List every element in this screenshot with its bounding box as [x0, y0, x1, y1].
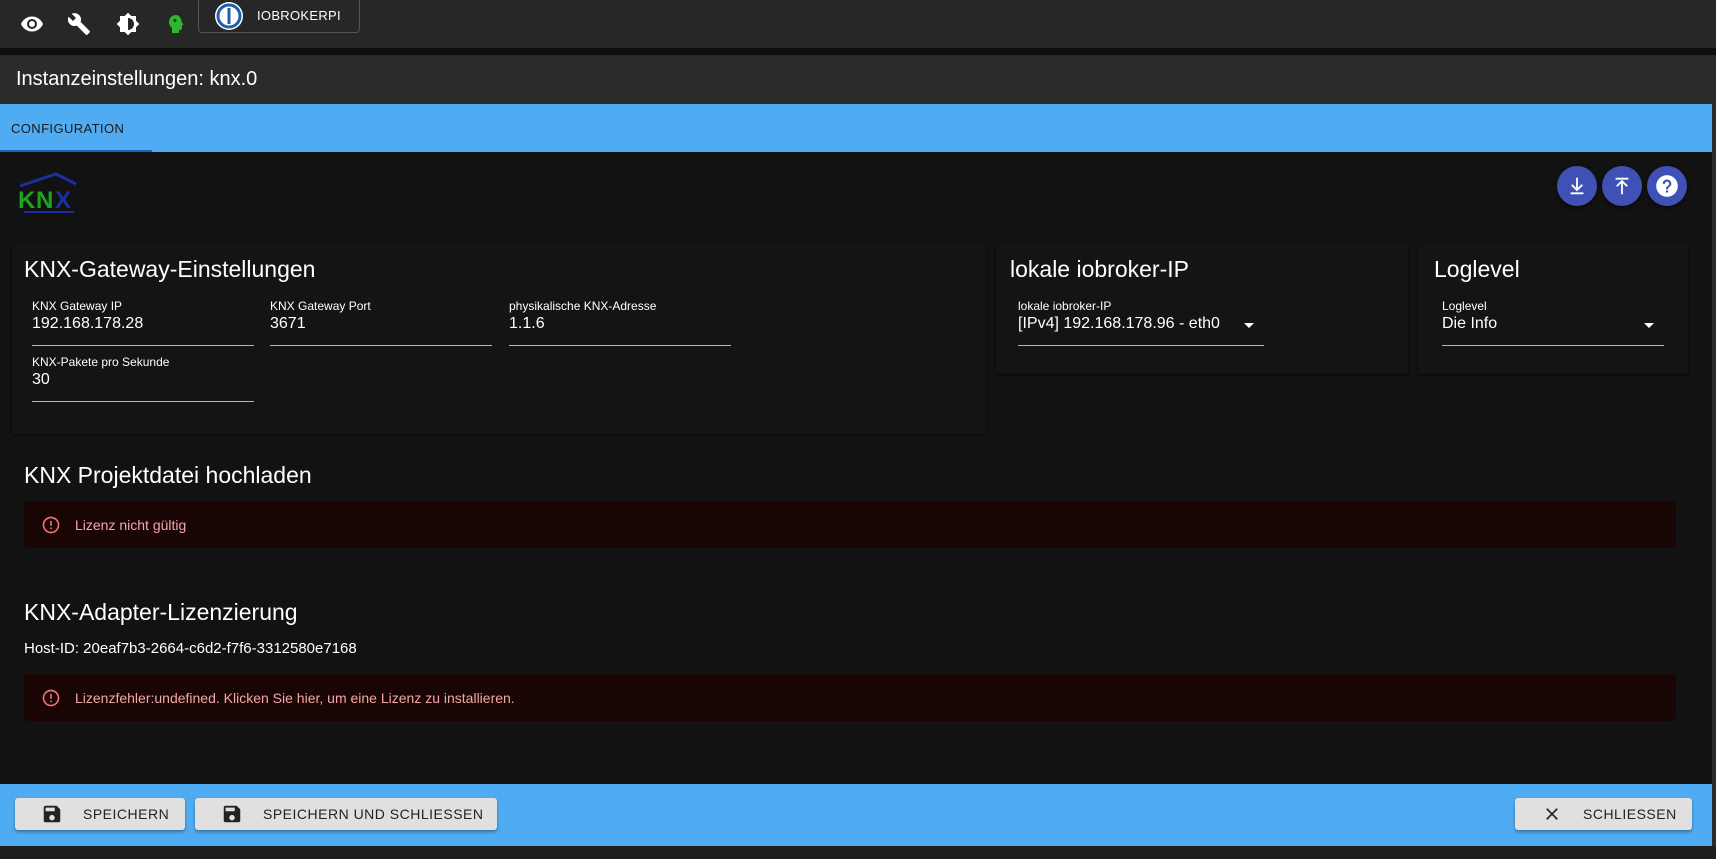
close-label: SCHLIESSEN	[1583, 806, 1677, 822]
license-invalid-alert: Lizenz nicht gültig	[24, 501, 1676, 548]
host-name: IOBROKERPI	[257, 8, 341, 23]
host-selector-button[interactable]: IOBROKERPI	[198, 0, 360, 33]
host-id-text: Host-ID: 20eaf7b3-2664-c6d2-f7f6-3312580…	[24, 640, 357, 657]
gateway-port-field[interactable]: KNX Gateway Port 3671	[270, 295, 492, 346]
knx-logo: K N X	[16, 170, 82, 216]
packets-per-second-label: KNX-Pakete pro Sekunde	[32, 355, 170, 369]
gateway-ip-field[interactable]: KNX Gateway IP 192.168.178.28	[32, 295, 254, 346]
licensing-heading: KNX-Adapter-Lizenzierung	[24, 599, 298, 625]
loglevel-value: Die Info	[1442, 315, 1498, 332]
close-icon	[1539, 802, 1565, 826]
save-label: SPEICHERN	[83, 806, 170, 822]
license-invalid-text: Lizenz nicht gültig	[75, 516, 187, 533]
dialog-title: Instanzeinstellungen: knx.0	[16, 68, 258, 90]
save-icon	[219, 802, 245, 826]
local-ip-select[interactable]: lokale iobroker-IP [IPv4] 192.168.178.96…	[1018, 295, 1264, 346]
close-button[interactable]: SCHLIESSEN	[1515, 798, 1692, 830]
top-app-bar: IOBROKERPI	[0, 0, 1716, 48]
expert-mode-icon[interactable]	[160, 9, 190, 39]
tab-configuration-label: CONFIGURATION	[11, 120, 125, 136]
tab-configuration[interactable]: CONFIGURATION	[0, 104, 152, 152]
loglevel-label: Loglevel	[1442, 299, 1487, 313]
bottom-edge	[0, 846, 1716, 859]
dialog-footer: SPEICHERN SPEICHERN UND SCHLIESSEN SCHLI…	[0, 784, 1712, 846]
loglevel-heading: Loglevel	[1434, 256, 1520, 282]
help-button[interactable]	[1647, 166, 1687, 206]
eye-icon[interactable]	[17, 9, 47, 39]
help-icon	[1656, 175, 1678, 197]
local-ip-value: [IPv4] 192.168.178.96 - eth0	[1018, 315, 1220, 332]
save-and-close-label: SPEICHERN UND SCHLIESSEN	[263, 806, 484, 822]
svg-text:N: N	[36, 187, 53, 214]
local-ip-panel: lokale iobroker-IP lokale iobroker-IP [I…	[996, 244, 1408, 374]
gateway-ip-value: 192.168.178.28	[32, 315, 144, 332]
license-error-alert[interactable]: Lizenzfehler:undefined. Klicken Sie hier…	[24, 674, 1676, 721]
top-divider	[0, 48, 1716, 55]
svg-text:K: K	[18, 187, 36, 214]
license-error-text: Lizenzfehler:undefined. Klicken Sie hier…	[75, 689, 515, 706]
physical-address-field[interactable]: physikalische KNX-Adresse 1.1.6	[509, 295, 731, 346]
iobroker-logo-icon	[215, 1, 243, 30]
save-and-close-button[interactable]: SPEICHERN UND SCHLIESSEN	[195, 798, 497, 830]
dialog-title-bar: Instanzeinstellungen: knx.0	[0, 55, 1716, 104]
gateway-ip-label: KNX Gateway IP	[32, 299, 123, 313]
upload-icon	[1615, 177, 1629, 195]
gateway-settings-panel: KNX-Gateway-Einstellungen KNX Gateway IP…	[12, 244, 986, 434]
download-icon	[1570, 177, 1584, 195]
chevron-down-icon	[1244, 323, 1254, 328]
tab-bar: CONFIGURATION	[0, 104, 1712, 152]
loglevel-panel: Loglevel Loglevel Die Info	[1418, 244, 1688, 374]
upload-config-button[interactable]	[1602, 166, 1642, 206]
download-config-button[interactable]	[1557, 166, 1597, 206]
physical-address-label: physikalische KNX-Adresse	[509, 299, 657, 313]
physical-address-value: 1.1.6	[509, 315, 545, 332]
svg-text:X: X	[55, 187, 71, 214]
chevron-down-icon	[1644, 323, 1654, 328]
loglevel-select[interactable]: Loglevel Die Info	[1442, 295, 1664, 346]
save-button[interactable]: SPEICHERN	[15, 798, 185, 830]
wrench-icon[interactable]	[64, 9, 94, 39]
packets-per-second-value: 30	[32, 371, 50, 388]
error-outline-icon	[40, 514, 62, 536]
project-upload-heading: KNX Projektdatei hochladen	[24, 462, 312, 488]
gateway-port-value: 3671	[270, 315, 306, 332]
local-ip-heading: lokale iobroker-IP	[1010, 256, 1189, 282]
brightness-icon[interactable]	[113, 9, 143, 39]
config-content: K N X KNX-Gateway-Einstellungen KNX Gate…	[0, 152, 1712, 784]
save-icon	[39, 802, 65, 826]
error-outline-icon	[40, 687, 62, 709]
local-ip-label: lokale iobroker-IP	[1018, 299, 1112, 313]
gateway-port-label: KNX Gateway Port	[270, 299, 371, 313]
packets-per-second-field[interactable]: KNX-Pakete pro Sekunde 30	[32, 351, 254, 402]
right-edge	[1712, 104, 1716, 846]
gateway-heading: KNX-Gateway-Einstellungen	[24, 256, 316, 282]
